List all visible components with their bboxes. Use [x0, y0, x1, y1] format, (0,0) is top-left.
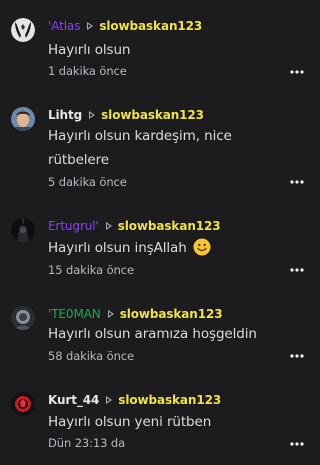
more-options-icon[interactable] — [290, 180, 304, 184]
avatar-icon[interactable] — [11, 218, 35, 242]
comment-author[interactable]: Lihtg — [48, 107, 82, 123]
reply-arrow-icon — [87, 22, 94, 30]
comment-timestamp: 1 dakika önce — [48, 64, 127, 78]
reply-target-user[interactable]: slowbaskan123 — [99, 18, 202, 34]
comment-author[interactable]: 'Atlas — [48, 18, 80, 34]
comment-author[interactable]: Kurt_44 — [48, 392, 99, 408]
reply-arrow-icon — [107, 310, 114, 318]
reply-target-user[interactable]: slowbaskan123 — [101, 107, 204, 123]
comment-text: Hayırlı olsun aramıza hoşgeldin — [48, 326, 257, 342]
comment-timestamp: 5 dakika önce — [48, 175, 127, 189]
reply-target-user[interactable]: slowbaskan123 — [118, 218, 221, 234]
comment-author[interactable]: Ertugrul' — [48, 218, 99, 234]
comment-text: Hayırlı olsun kardeşim, nice rütbelere — [48, 128, 232, 168]
comment-list: 'Atlas slowbaskan123 Hayırlı olsun 1 dak… — [0, 0, 319, 465]
more-options-icon[interactable] — [290, 70, 304, 74]
avatar-icon[interactable] — [11, 18, 35, 42]
comment-header: Ertugrul' slowbaskan123 — [48, 218, 221, 234]
comment-header: Lihtg slowbaskan123 — [48, 107, 204, 123]
comment-text-content: Hayırlı olsun inşAllah — [48, 240, 187, 256]
reply-target-user[interactable]: slowbaskan123 — [118, 392, 221, 408]
more-options-icon[interactable] — [290, 442, 304, 446]
more-options-icon[interactable] — [290, 268, 304, 272]
comment-timestamp: Dün 23:13 da — [48, 436, 126, 450]
comment-header: 'Atlas slowbaskan123 — [48, 18, 202, 34]
comment-header: Kurt_44 slowbaskan123 — [48, 392, 221, 408]
comment-timestamp: 15 dakika önce — [48, 263, 134, 277]
smiling-face-icon — [193, 238, 211, 256]
reply-arrow-icon — [106, 396, 113, 404]
avatar-icon[interactable] — [11, 306, 35, 330]
comment-text: Hayırlı olsun inşAllah — [48, 236, 293, 260]
comment-text: Hayırlı olsun — [48, 42, 131, 58]
avatar-icon[interactable] — [11, 392, 35, 416]
reply-arrow-icon — [105, 222, 112, 230]
comment-timestamp: 58 dakika önce — [48, 349, 134, 363]
comment-author[interactable]: 'TE0MAN — [48, 306, 101, 322]
comment-header: 'TE0MAN slowbaskan123 — [48, 306, 223, 322]
avatar-icon[interactable] — [11, 107, 35, 131]
reply-arrow-icon — [89, 111, 96, 119]
more-options-icon[interactable] — [290, 354, 304, 358]
comment-text: Hayırlı olsun yeni rütben — [48, 414, 212, 430]
reply-target-user[interactable]: slowbaskan123 — [120, 306, 223, 322]
